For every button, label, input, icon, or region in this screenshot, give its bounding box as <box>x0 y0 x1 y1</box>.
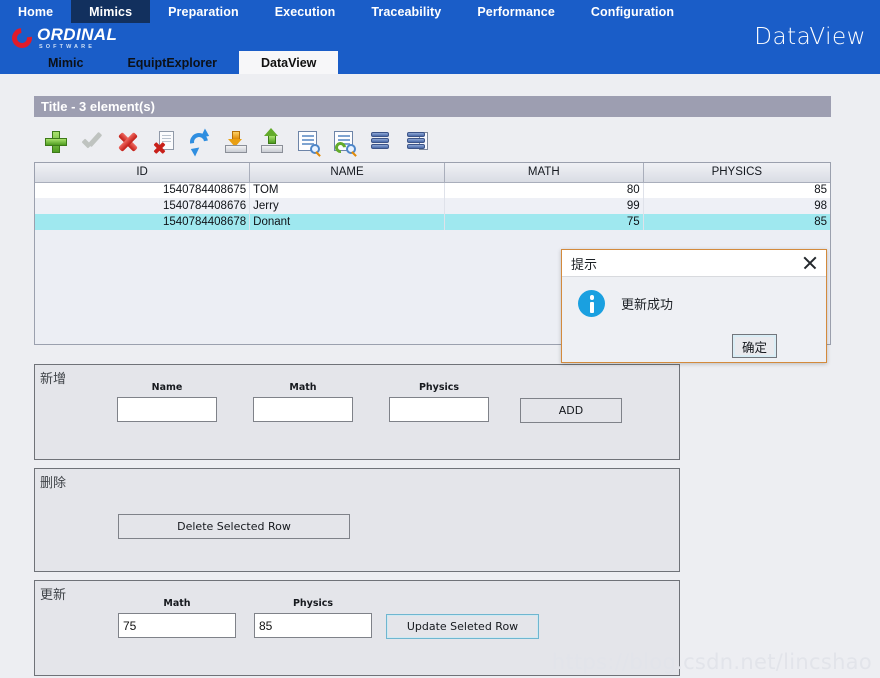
page-body: Title - 3 element(s) ID NAME MATH PHYSIC… <box>0 74 880 678</box>
dialog-title-bar: 提示 <box>562 250 826 277</box>
app-header: Home Mimics Preparation Execution Tracea… <box>0 0 880 74</box>
delete-icon[interactable] <box>114 129 141 156</box>
nav-item-home[interactable]: Home <box>0 0 71 23</box>
page-title: DataView <box>754 24 866 50</box>
export-icon[interactable] <box>258 128 285 156</box>
add-physics-input[interactable] <box>389 397 489 422</box>
cell-math: 99 <box>444 198 644 214</box>
data-panel-title: Title - 3 element(s) <box>34 96 831 117</box>
refresh-query-icon[interactable] <box>330 129 357 156</box>
cell-id: 1540784408676 <box>35 198 251 214</box>
add-icon[interactable] <box>42 129 69 156</box>
confirm-icon[interactable] <box>78 129 105 156</box>
brand-name: ORDINAL <box>37 25 118 44</box>
cell-physics: 85 <box>814 184 827 197</box>
search-document-icon[interactable] <box>294 129 321 156</box>
update-success-dialog: 提示 更新成功 确定 <box>561 249 827 363</box>
update-math-field-group: Math <box>118 598 236 638</box>
add-name-label: Name <box>151 382 183 393</box>
delete-document-icon[interactable] <box>150 129 177 156</box>
sub-tab-bar: Mimic EquiptExplorer DataView <box>0 51 880 74</box>
info-circle-icon <box>578 290 605 317</box>
cell-math: 80 <box>444 182 644 198</box>
tab-equiptexplorer[interactable]: EquiptExplorer <box>105 51 239 74</box>
main-navigation: Home Mimics Preparation Execution Tracea… <box>0 0 880 23</box>
tab-dataview[interactable]: DataView <box>239 51 339 74</box>
dataview-page: Home Mimics Preparation Execution Tracea… <box>0 0 880 678</box>
delete-panel-caption: 删除 <box>40 476 67 491</box>
update-math-label: Math <box>163 598 191 609</box>
update-math-input[interactable] <box>118 613 236 638</box>
tab-mimic[interactable]: Mimic <box>26 51 105 74</box>
dialog-message: 更新成功 <box>621 298 674 313</box>
column-header-name[interactable]: NAME <box>249 163 445 183</box>
cell-physics: 98 <box>814 200 827 212</box>
brand-subtitle: SOFTWARE <box>39 44 95 50</box>
data-panel-title-text: Title - 3 element(s) <box>41 99 155 114</box>
add-math-label: Math <box>289 382 317 393</box>
add-physics-field-group: Physics <box>389 382 489 422</box>
add-math-field-group: Math <box>253 382 353 422</box>
import-icon[interactable] <box>222 129 249 156</box>
nav-item-execution[interactable]: Execution <box>257 0 354 23</box>
cell-name: Donant <box>249 214 445 230</box>
column-header-math[interactable]: MATH <box>444 163 644 183</box>
delete-panel: 删除 Delete Selected Row <box>34 468 680 572</box>
table-header-row: ID NAME MATH PHYSICS <box>35 163 830 183</box>
add-name-input[interactable] <box>117 397 217 422</box>
nav-item-traceability[interactable]: Traceability <box>353 0 459 23</box>
update-physics-input[interactable] <box>254 613 372 638</box>
close-icon[interactable] <box>802 255 818 271</box>
brand-wordmark: ORDINAL SOFTWARE <box>37 26 117 51</box>
add-button[interactable]: ADD <box>520 398 622 423</box>
add-name-field-group: Name <box>117 382 217 422</box>
cell-physics: 85 <box>814 216 827 228</box>
update-physics-label: Physics <box>292 598 334 609</box>
cell-name: TOM <box>249 182 445 198</box>
column-header-id[interactable]: ID <box>35 163 251 183</box>
dialog-message-row: 更新成功 <box>578 290 673 317</box>
data-toolbar <box>34 123 831 161</box>
watermark: https://blog.csdn.net/lincshao <box>551 650 872 674</box>
nav-item-preparation[interactable]: Preparation <box>150 0 257 23</box>
column-header-physics[interactable]: PHYSICS <box>643 163 830 183</box>
dialog-title: 提示 <box>571 257 598 273</box>
table-row[interactable]: 1540784408675 TOM 80 85 <box>35 182 830 198</box>
update-panel-caption: 更新 <box>40 588 67 603</box>
delete-selected-row-button[interactable]: Delete Selected Row <box>118 514 350 539</box>
cell-id: 1540784408675 <box>35 182 251 198</box>
dialog-body: 更新成功 确定 <box>562 277 826 364</box>
nav-item-performance[interactable]: Performance <box>459 0 573 23</box>
add-panel-caption: 新增 <box>40 372 67 387</box>
table-row-selected[interactable]: 1540784408678 Donant 75 85 <box>35 214 830 230</box>
table-row[interactable]: 1540784408676 Jerry 99 98 <box>35 198 830 214</box>
update-selected-row-button[interactable]: Update Seleted Row <box>386 614 539 639</box>
nav-item-configuration[interactable]: Configuration <box>573 0 692 23</box>
cell-math: 75 <box>444 214 644 230</box>
cell-id: 1540784408678 <box>35 214 251 230</box>
add-panel: 新增 Name Math Physics ADD <box>34 364 680 460</box>
database-icon[interactable] <box>366 129 393 156</box>
cell-name: Jerry <box>249 198 445 214</box>
refresh-icon[interactable] <box>186 127 213 157</box>
add-math-input[interactable] <box>253 397 353 422</box>
update-physics-field-group: Physics <box>254 598 372 638</box>
nav-item-mimics[interactable]: Mimics <box>71 0 151 23</box>
add-physics-label: Physics <box>418 382 460 393</box>
dialog-ok-button[interactable]: 确定 <box>732 334 777 358</box>
ordinal-ring-logo-icon <box>7 24 37 53</box>
brand-logo[interactable]: ORDINAL SOFTWARE <box>7 24 117 53</box>
database-copy-icon[interactable] <box>402 129 429 156</box>
